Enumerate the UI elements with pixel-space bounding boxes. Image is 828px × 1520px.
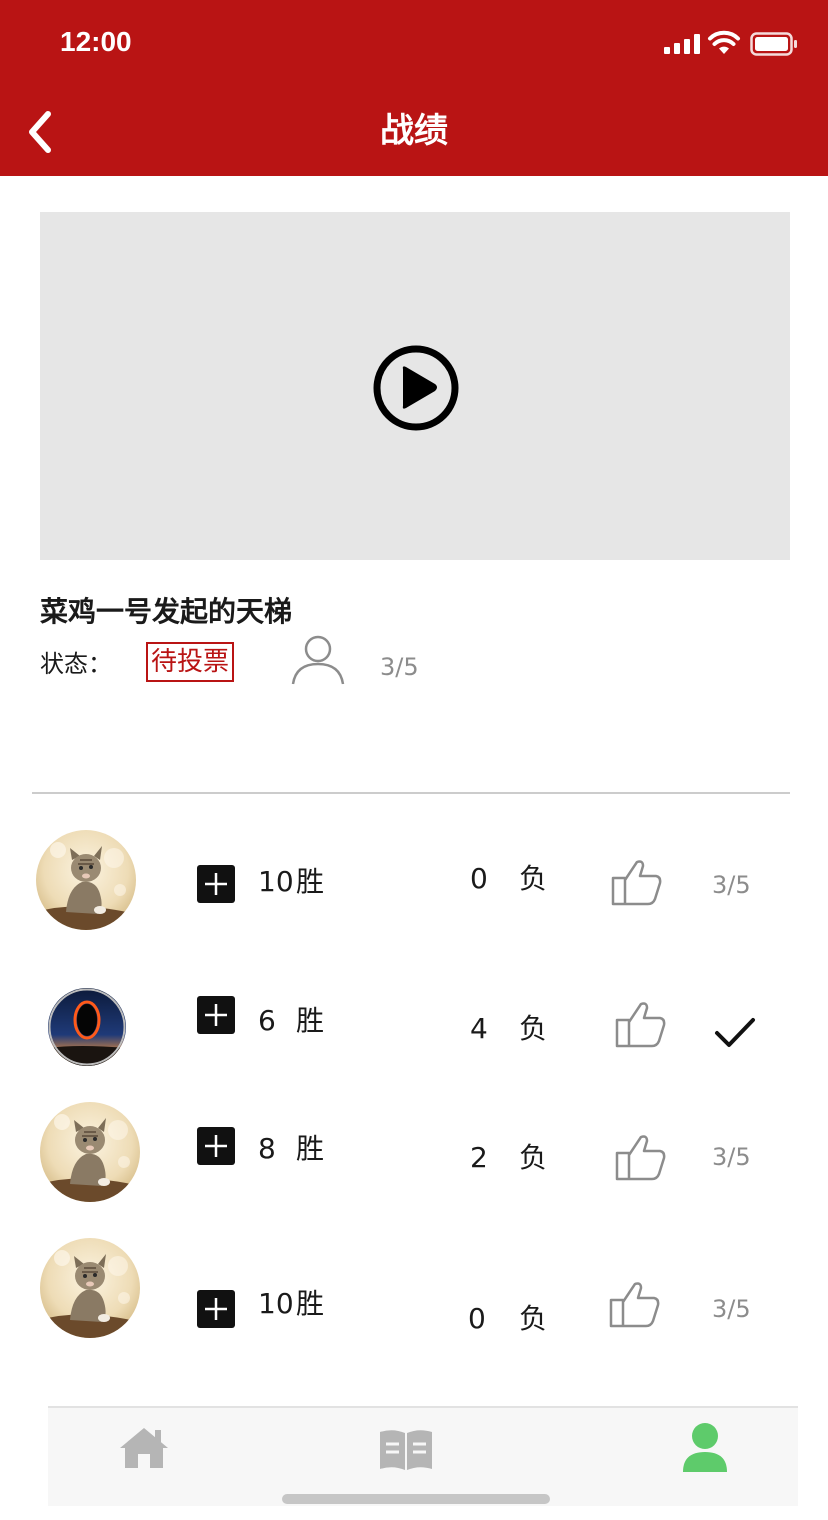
win-label: 胜 — [296, 1004, 325, 1037]
win-label: 胜 — [296, 1132, 325, 1165]
win-label: 胜 — [296, 1287, 325, 1320]
vote-count: 3/5 — [380, 653, 419, 681]
like-button[interactable] — [609, 1280, 661, 1328]
player-avatar[interactable] — [40, 1238, 140, 1338]
divider — [32, 792, 790, 794]
player-avatar[interactable] — [36, 830, 136, 930]
like-button[interactable] — [615, 1133, 667, 1181]
tab-profile[interactable] — [675, 1420, 735, 1478]
cat-avatar-icon — [36, 830, 136, 930]
add-win-button[interactable] — [197, 1127, 235, 1165]
vote-count: 3/5 — [712, 1143, 751, 1171]
tab-bar — [48, 1406, 798, 1506]
status-badge: 待投票 — [146, 642, 235, 682]
play-icon[interactable] — [372, 344, 460, 432]
eclipse-avatar-icon — [48, 988, 126, 1066]
video-player[interactable] — [40, 212, 790, 560]
win-count: 8 — [258, 1132, 276, 1165]
page-title: 战绩 — [380, 111, 448, 151]
cat-avatar-icon — [40, 1102, 140, 1202]
status-label: 状态： — [40, 650, 112, 678]
user-outline-icon — [291, 635, 345, 685]
tab-home[interactable] — [114, 1420, 174, 1478]
wifi-icon — [708, 30, 740, 54]
add-win-button[interactable] — [197, 996, 235, 1034]
add-win-button[interactable] — [197, 865, 235, 903]
app-header: 12:00 战绩 — [0, 0, 828, 176]
tab-book[interactable] — [376, 1420, 436, 1478]
win-count: 10 — [258, 1287, 294, 1320]
loss-count: 4 — [470, 1012, 488, 1045]
loss-label: 负 — [519, 862, 548, 895]
vote-count: 3/5 — [712, 871, 751, 899]
like-button[interactable] — [615, 1000, 667, 1048]
loss-label: 负 — [519, 1141, 548, 1174]
user-icon — [692, 1423, 718, 1449]
ladder-title: 菜鸡一号发起的天梯 — [40, 595, 293, 628]
loss-count: 2 — [470, 1141, 488, 1174]
home-indicator[interactable] — [282, 1494, 550, 1504]
vote-count: 3/5 — [712, 1295, 751, 1323]
check-icon — [715, 1018, 755, 1047]
status-time: 12:00 — [60, 26, 132, 57]
cat-avatar-icon — [40, 1238, 140, 1338]
battery-icon — [750, 32, 797, 56]
cellular-signal-icon — [664, 34, 700, 54]
loss-count: 0 — [470, 862, 488, 895]
like-button[interactable] — [611, 858, 663, 906]
player-avatar[interactable] — [48, 988, 126, 1066]
loss-label: 负 — [519, 1302, 548, 1335]
add-win-button[interactable] — [197, 1290, 235, 1328]
book-icon — [380, 1430, 432, 1470]
win-count: 10 — [258, 865, 294, 898]
loss-count: 0 — [468, 1302, 486, 1335]
win-count: 6 — [258, 1004, 276, 1037]
win-label: 胜 — [296, 865, 325, 898]
loss-label: 负 — [519, 1012, 548, 1045]
player-avatar[interactable] — [40, 1102, 140, 1202]
